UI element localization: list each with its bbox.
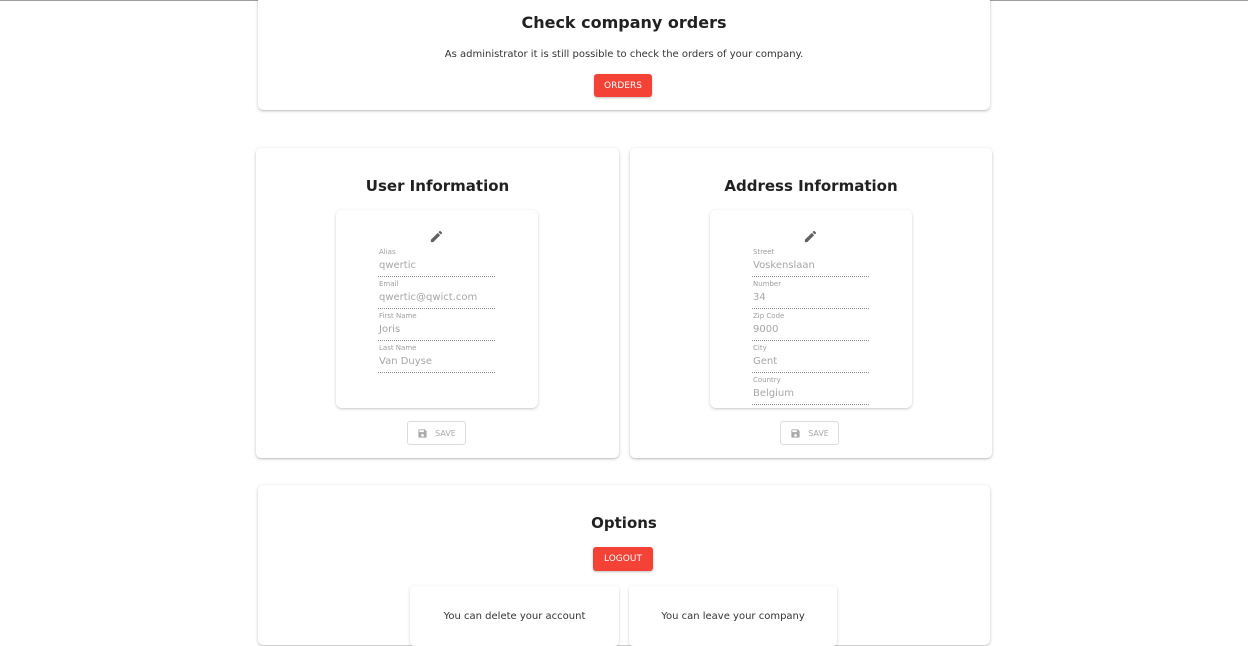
first-name-value: Joris [379, 324, 401, 335]
city-field[interactable]: City Gent [752, 344, 869, 375]
street-underline [752, 276, 869, 277]
orders-card: Check company orders As administrator it… [258, 0, 990, 110]
country-value: Belgium [753, 388, 794, 399]
email-label: Email [379, 280, 399, 288]
logout-button[interactable]: LOGOUT [593, 547, 653, 571]
country-underline [752, 404, 869, 405]
pencil-icon[interactable] [429, 229, 444, 244]
zip-code-value: 9000 [753, 324, 779, 335]
last-name-label: Last Name [379, 344, 417, 352]
leave-company-card: You can leave your company [629, 586, 837, 646]
floppy-disk-icon [418, 428, 427, 438]
first-name-underline [378, 340, 495, 341]
user-information-title: User Information [365, 177, 510, 195]
alias-underline [378, 276, 495, 277]
address-information-card: Address Information Street Voskenslaan N… [630, 148, 992, 458]
street-label: Street [753, 248, 775, 256]
email-value: qwertic@qwict.com [379, 292, 478, 303]
options-title: Options [591, 514, 657, 532]
address-information-form: Street Voskenslaan Number 34 Zip Code 90… [710, 210, 912, 408]
alias-label: Alias [379, 248, 396, 256]
alias-field[interactable]: Alias qwertic [378, 248, 495, 279]
number-field[interactable]: Number 34 [752, 280, 869, 311]
city-underline [752, 372, 869, 373]
pencil-icon[interactable] [803, 229, 818, 244]
user-information-form: Alias qwertic Email qwertic@qwict.com Fi… [336, 210, 538, 408]
orders-button[interactable]: ORDERS [594, 74, 652, 97]
number-label: Number [753, 280, 782, 288]
number-underline [752, 308, 869, 309]
orders-description: As administrator it is still possible to… [444, 49, 804, 60]
city-value: Gent [753, 356, 778, 367]
orders-title: Check company orders [521, 13, 727, 32]
address-information-title: Address Information [724, 177, 898, 195]
floppy-disk-icon [791, 428, 800, 438]
save-user-label: SAVE [435, 428, 456, 438]
last-name-value: Van Duyse [379, 356, 433, 367]
email-field[interactable]: Email qwertic@qwict.com [378, 280, 495, 311]
street-value: Voskenslaan [753, 260, 815, 271]
options-card: Options LOGOUT You can delete your accou… [258, 485, 990, 646]
user-information-card: User Information Alias qwertic Email qwe… [256, 148, 619, 458]
first-name-field[interactable]: First Name Joris [378, 312, 495, 343]
country-field[interactable]: Country Belgium [752, 376, 869, 407]
save-user-button[interactable]: SAVE [407, 421, 466, 445]
last-name-field[interactable]: Last Name Van Duyse [378, 344, 495, 375]
email-underline [378, 308, 495, 309]
last-name-underline [378, 372, 495, 373]
save-address-label: SAVE [808, 428, 829, 438]
number-value: 34 [753, 292, 766, 303]
alias-value: qwertic [379, 260, 416, 271]
zip-code-label: Zip Code [753, 312, 785, 320]
save-address-button[interactable]: SAVE [780, 421, 839, 445]
delete-account-card: You can delete your account [410, 586, 619, 646]
zip-code-field[interactable]: Zip Code 9000 [752, 312, 869, 343]
street-field[interactable]: Street Voskenslaan [752, 248, 869, 279]
first-name-label: First Name [379, 312, 417, 320]
zip-code-underline [752, 340, 869, 341]
city-label: City [753, 344, 767, 352]
country-label: Country [753, 376, 781, 384]
delete-account-text: You can delete your account [443, 611, 586, 622]
leave-company-text: You can leave your company [661, 611, 805, 622]
